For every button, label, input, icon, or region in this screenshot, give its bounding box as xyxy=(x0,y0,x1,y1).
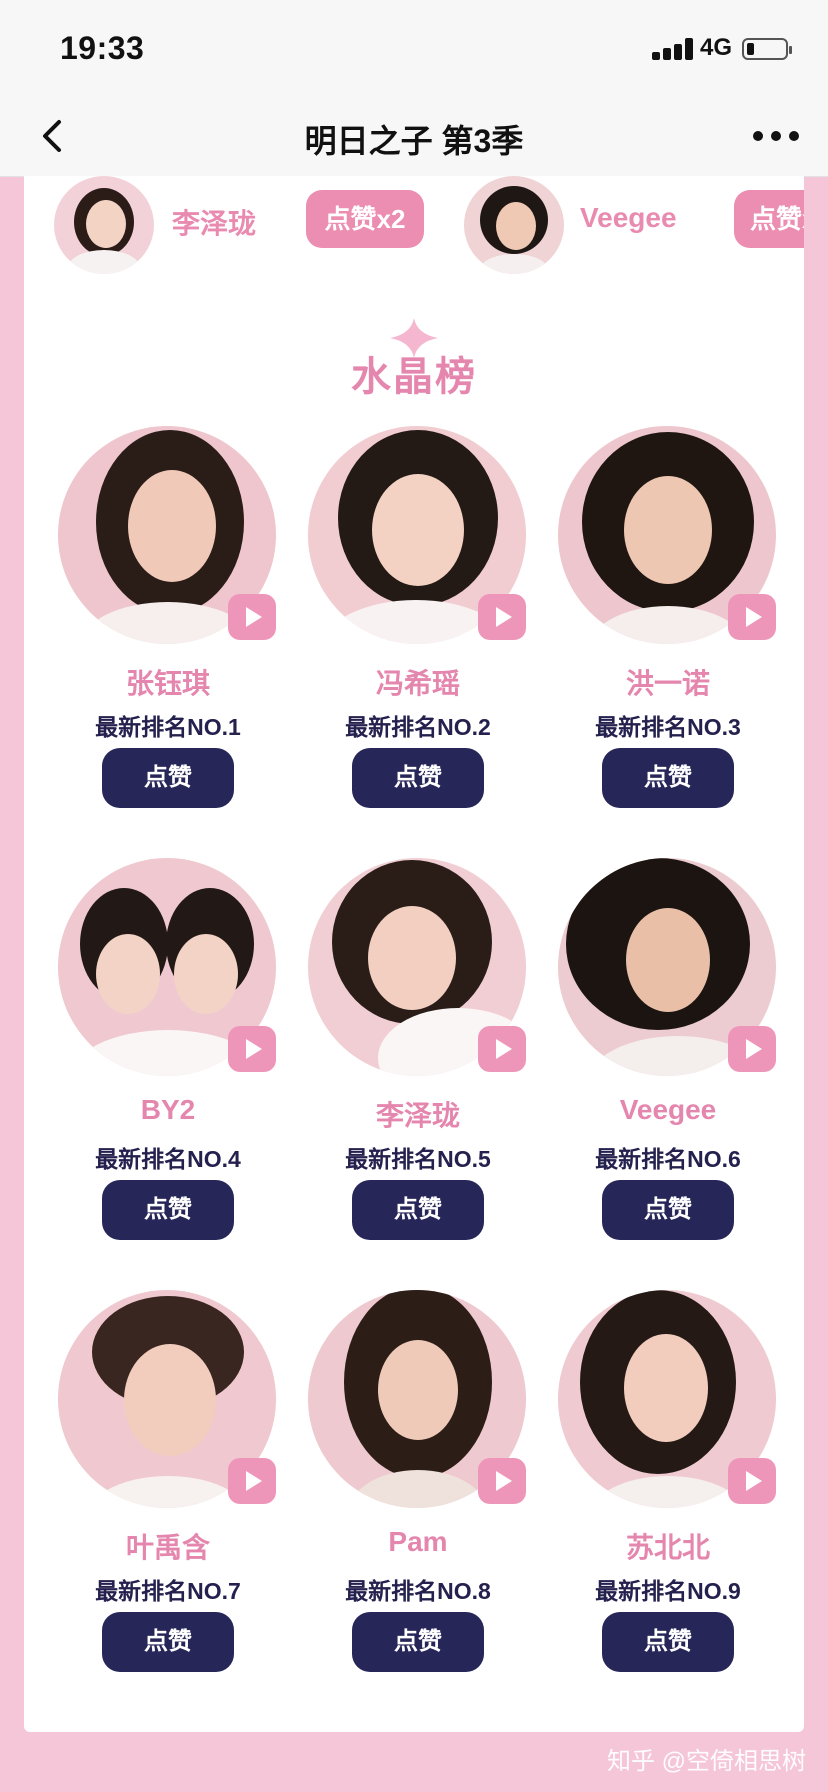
contestant-card: 张钰琪 最新排名NO.1 点赞 xyxy=(50,426,276,826)
avatar xyxy=(54,176,154,274)
contestant-name: 张钰琪 xyxy=(125,668,210,699)
like-button[interactable]: 点赞 xyxy=(602,1612,734,1672)
nav-bar: 明日之子 第3季 xyxy=(0,96,828,177)
section-title: 水晶榜 xyxy=(351,355,477,399)
status-time: 19:33 xyxy=(60,30,145,66)
contestant-name: Pam xyxy=(388,1526,448,1557)
contestant-card: 叶禹含 最新排名NO.7 点赞 xyxy=(50,1290,276,1690)
contestant-rank: 最新排名NO.9 xyxy=(595,1578,741,1604)
like-item-name: Veegee xyxy=(580,202,677,233)
contestant-card: 李泽珑 最新排名NO.5 点赞 xyxy=(300,858,526,1258)
like-row: 李泽珑 点赞x2 Veegee 点赞x xyxy=(24,176,804,276)
contestant-rank: 最新排名NO.1 xyxy=(95,714,241,740)
like-button[interactable]: 点赞 xyxy=(352,1180,484,1240)
status-bar: 19:33 4G xyxy=(0,0,828,96)
page-title: 明日之子 第3季 xyxy=(304,123,524,159)
play-video-button[interactable] xyxy=(728,1026,776,1072)
contestant-card: 冯希瑶 最新排名NO.2 点赞 xyxy=(300,426,526,826)
contestant-name: 苏北北 xyxy=(625,1532,710,1563)
play-video-button[interactable] xyxy=(478,1458,526,1504)
like-button[interactable]: 点赞 xyxy=(352,748,484,808)
play-video-button[interactable] xyxy=(728,594,776,640)
battery-icon xyxy=(742,38,792,60)
like-x2-button[interactable]: 点赞x2 xyxy=(306,190,424,248)
contestant-rank: 最新排名NO.2 xyxy=(345,714,491,740)
contestant-card: Pam 最新排名NO.8 点赞 xyxy=(300,1290,526,1690)
network-type: 4G xyxy=(700,34,733,61)
like-button[interactable]: 点赞 xyxy=(102,748,234,808)
signal-icon xyxy=(652,38,704,60)
contestant-rank: 最新排名NO.4 xyxy=(95,1146,241,1172)
contestant-name: 冯希瑶 xyxy=(375,668,460,699)
avatar xyxy=(464,176,564,274)
contestant-name: BY2 xyxy=(140,1094,196,1125)
contestant-card: BY2 最新排名NO.4 点赞 xyxy=(50,858,276,1258)
contestant-rank: 最新排名NO.5 xyxy=(345,1146,491,1172)
play-video-button[interactable] xyxy=(228,1458,276,1504)
like-button[interactable]: 点赞 xyxy=(602,748,734,808)
contestant-card: 洪一诺 最新排名NO.3 点赞 xyxy=(550,426,776,826)
section-header: 水晶榜 xyxy=(24,318,804,399)
play-video-button[interactable] xyxy=(478,594,526,640)
play-video-button[interactable] xyxy=(228,594,276,640)
like-button[interactable]: 点赞 xyxy=(602,1180,734,1240)
watermark: 知乎 @空倚相思树 xyxy=(606,1748,806,1775)
like-button[interactable]: 点赞 xyxy=(102,1612,234,1672)
more-button[interactable] xyxy=(750,116,802,156)
like-button[interactable]: 点赞 xyxy=(102,1180,234,1240)
contestant-rank: 最新排名NO.8 xyxy=(345,1578,491,1604)
play-video-button[interactable] xyxy=(228,1026,276,1072)
contestant-card: 苏北北 最新排名NO.9 点赞 xyxy=(550,1290,776,1690)
play-video-button[interactable] xyxy=(728,1458,776,1504)
like-item-name: 李泽珑 xyxy=(172,208,257,239)
contestant-rank: 最新排名NO.6 xyxy=(595,1146,741,1172)
like-item: Veegee 点赞x xyxy=(464,176,804,276)
like-button[interactable]: 点赞 xyxy=(352,1612,484,1672)
contestant-name: 李泽珑 xyxy=(375,1100,460,1131)
contestant-rank: 最新排名NO.7 xyxy=(95,1578,241,1604)
play-video-button[interactable] xyxy=(478,1026,526,1072)
contestant-card: Veegee 最新排名NO.6 点赞 xyxy=(550,858,776,1258)
like-item: 李泽珑 点赞x2 xyxy=(54,176,424,276)
contestant-name: Veegee xyxy=(619,1094,717,1125)
like-button-partial[interactable]: 点赞x xyxy=(734,190,804,248)
contestant-name: 洪一诺 xyxy=(625,668,710,699)
contestant-rank: 最新排名NO.3 xyxy=(595,714,741,740)
contestant-name: 叶禹含 xyxy=(125,1532,210,1563)
more-dots-icon xyxy=(753,131,799,141)
content-card: 李泽珑 点赞x2 Veegee 点赞x 水晶榜 xyxy=(24,176,804,1732)
